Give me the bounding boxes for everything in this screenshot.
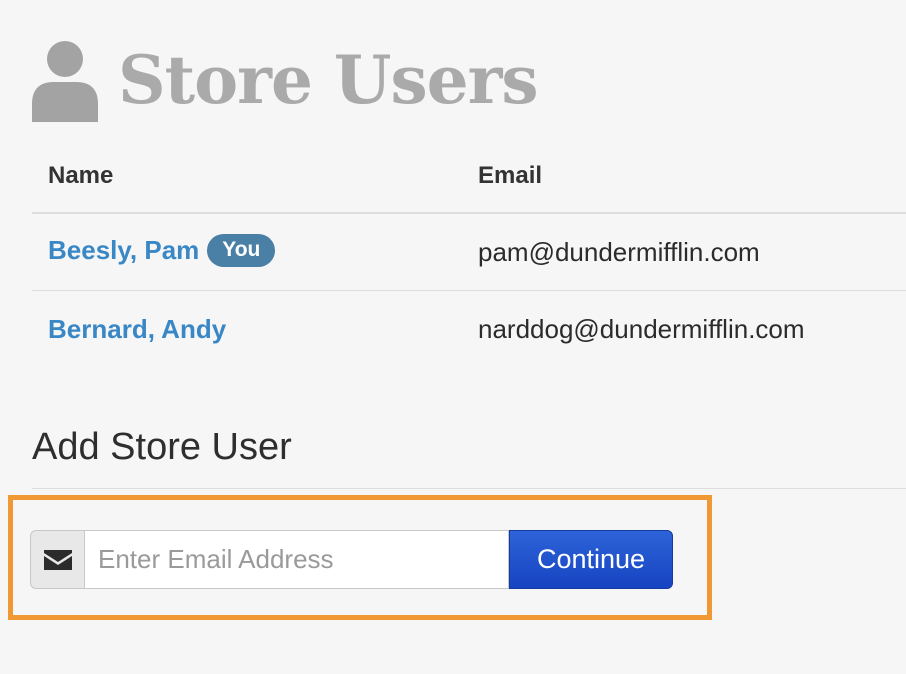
user-name-cell: Beesly, Pam You [32, 213, 462, 291]
table-row: Beesly, Pam You pam@dundermifflin.com [32, 213, 906, 291]
page-header: Store Users [30, 38, 539, 122]
current-user-badge: You [207, 233, 276, 267]
user-link[interactable]: Bernard, Andy [48, 314, 226, 344]
page-title: Store Users [118, 41, 539, 119]
column-header-name: Name [32, 144, 462, 214]
user-icon [32, 41, 98, 122]
add-store-user-heading: Add Store User [32, 426, 292, 468]
user-link[interactable]: Beesly, Pam [48, 235, 199, 265]
add-user-form: Continue [30, 530, 673, 589]
continue-button[interactable]: Continue [509, 530, 673, 589]
users-table: Name Email Beesly, Pam You pam@dundermiff… [32, 144, 906, 367]
section-divider [32, 488, 906, 489]
user-email-cell: narddog@dundermifflin.com [478, 313, 805, 344]
user-name-cell: Bernard, Andy [32, 291, 462, 368]
column-header-email: Email [462, 144, 906, 214]
email-addon [30, 530, 85, 589]
user-email-cell: pam@dundermifflin.com [462, 213, 906, 291]
table-row: Bernard, Andy narddog@dundermifflin.com [32, 291, 906, 368]
email-input[interactable] [85, 530, 509, 589]
envelope-icon [43, 549, 72, 570]
table-header-row: Name Email [32, 144, 906, 214]
